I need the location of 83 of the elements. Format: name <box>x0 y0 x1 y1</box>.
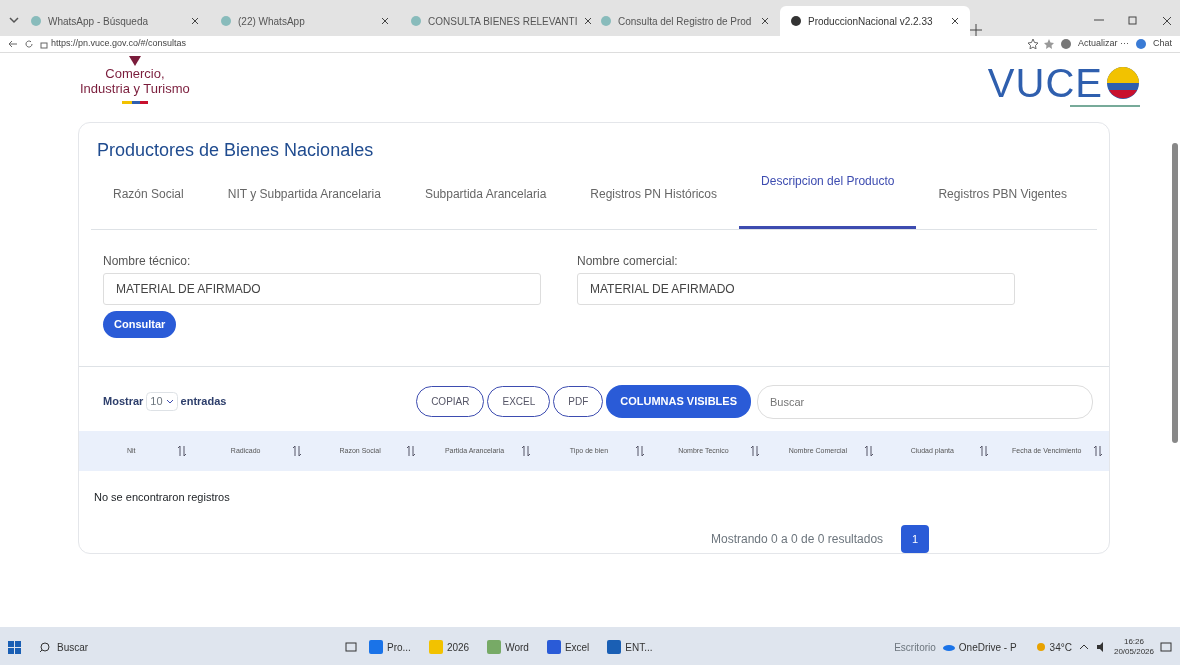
sort-icon[interactable] <box>635 444 646 457</box>
desktop-label[interactable]: Escritorio <box>894 639 936 655</box>
ministry-emblem-icon <box>126 55 143 67</box>
logo-text: VUCE <box>987 63 1103 103</box>
page-icon <box>600 15 612 27</box>
submit-button[interactable]: Consultar <box>103 311 177 338</box>
favorites-icon[interactable] <box>1043 39 1054 49</box>
browser-tab[interactable]: WhatsApp - Búsqueda <box>20 6 210 36</box>
sort-icon[interactable] <box>177 444 188 457</box>
close-icon[interactable] <box>1162 16 1172 26</box>
page-icon <box>220 15 232 27</box>
card-title: Productores de Bienes Nacionales <box>96 139 375 162</box>
logo-emblem-icon <box>1106 66 1140 100</box>
update-button[interactable]: Actualizar ··· <box>1077 37 1129 51</box>
page-size-select[interactable]: 10 <box>146 392 178 411</box>
plus-icon[interactable] <box>970 24 982 36</box>
sort-icon[interactable] <box>864 444 875 457</box>
task-view-icon[interactable] <box>345 641 357 653</box>
export-button[interactable]: COLUMNAS VISIBLES <box>606 385 751 418</box>
text-field[interactable]: MATERIAL DE AFIRMADO <box>103 273 541 305</box>
length-label: entradas <box>180 394 227 410</box>
page-icon <box>790 15 802 27</box>
sort-icon[interactable] <box>749 444 760 457</box>
profile-icon[interactable] <box>1059 38 1072 50</box>
browser-tab[interactable]: CONSULTA BIENES RELEVANTI <box>400 6 590 36</box>
windows-icon[interactable] <box>8 640 21 654</box>
close-icon[interactable] <box>583 16 594 26</box>
sort-icon[interactable] <box>406 444 417 457</box>
sort-icon[interactable] <box>291 444 302 457</box>
onedrive-item[interactable]: OneDrive - P <box>941 639 1017 655</box>
close-icon[interactable] <box>760 16 770 26</box>
taskbar-app[interactable]: ENT... <box>601 639 659 655</box>
sort-icon[interactable] <box>520 444 531 457</box>
browser-tab[interactable]: ProduccionNacional v2.2.33 <box>780 6 970 36</box>
taskbar-app[interactable]: Pro... <box>363 639 417 655</box>
ministry-name: Comercio, Industria y Turismo <box>80 67 190 97</box>
close-icon[interactable] <box>950 16 960 26</box>
export-button[interactable]: PDF <box>553 386 604 417</box>
close-icon[interactable] <box>190 16 200 26</box>
pagination-info: Mostrando 0 a 0 de 0 resultados <box>711 531 884 548</box>
browser-tab[interactable]: (22) WhatsApp <box>210 6 400 36</box>
refresh-icon[interactable] <box>24 39 34 49</box>
taskbar-search[interactable]: Buscar <box>39 639 339 655</box>
notification-icon[interactable] <box>1160 641 1172 653</box>
sort-icon[interactable] <box>978 444 989 457</box>
tab[interactable]: Razón Social <box>91 164 206 229</box>
scrollbar-thumb[interactable] <box>1172 143 1178 443</box>
search-icon <box>39 641 51 653</box>
tab[interactable]: NIT y Subpartida Arancelaria <box>205 164 403 229</box>
field-label: Nombre técnico: <box>103 253 192 270</box>
page-button[interactable]: 1 <box>901 525 930 553</box>
clock[interactable]: 16:26 20/05/2026 <box>1113 637 1154 657</box>
tab[interactable]: Registros PN Históricos <box>568 164 740 229</box>
sort-icon[interactable] <box>1092 444 1103 457</box>
copilot-icon[interactable] <box>1135 38 1147 50</box>
browser-tab[interactable]: Consulta del Registro de Prod <box>590 6 780 36</box>
tab[interactable]: Descripcion del Producto <box>739 164 917 229</box>
text-field[interactable]: MATERIAL DE AFIRMADO <box>577 273 1015 305</box>
cloud-icon <box>941 642 956 652</box>
taskbar-app[interactable]: Word <box>481 639 535 655</box>
empty-message: No se encontraron registros <box>94 490 230 503</box>
search-field[interactable]: Buscar <box>757 384 1093 419</box>
page-icon <box>30 15 42 27</box>
field-label: Nombre comercial: <box>577 253 679 270</box>
export-button[interactable]: EXCEL <box>487 386 551 417</box>
weather-item[interactable]: 34°C <box>1034 639 1072 655</box>
taskbar-app[interactable]: Excel <box>540 639 596 655</box>
url-text[interactable]: https://pn.vuce.gov.co/#/consultas <box>51 37 186 51</box>
tab[interactable]: Registros PBN Vigentes <box>916 164 1089 229</box>
chat-label[interactable]: Chat <box>1153 37 1172 51</box>
close-icon[interactable] <box>380 16 390 26</box>
star-icon[interactable] <box>1027 39 1038 49</box>
chevron-down-icon[interactable] <box>8 14 20 26</box>
export-button[interactable]: COPIAR <box>416 386 485 417</box>
page-icon <box>410 15 422 27</box>
sun-icon <box>1034 641 1047 653</box>
restore-icon[interactable] <box>1128 14 1138 26</box>
back-icon[interactable] <box>8 39 18 49</box>
tab[interactable]: Subpartida Arancelaria <box>402 164 569 229</box>
length-label: Mostrar <box>103 394 144 410</box>
flag-stripe-icon <box>121 100 148 104</box>
caret-icon <box>165 397 174 406</box>
taskbar-app[interactable]: 2026 <box>422 639 476 655</box>
